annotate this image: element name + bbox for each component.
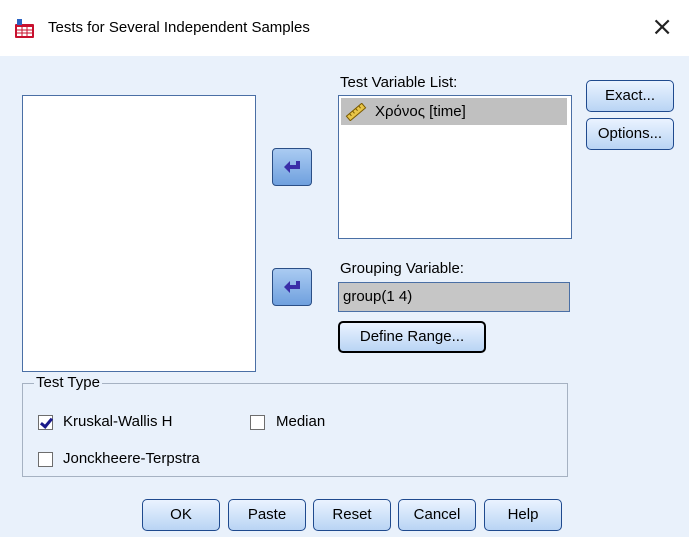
close-icon[interactable]: × — [651, 12, 673, 42]
test-variable-list[interactable]: Χρόνος [time] — [338, 95, 572, 239]
paste-button[interactable]: Paste — [228, 499, 306, 531]
kruskal-wallis-label[interactable]: Kruskal-Wallis H — [63, 413, 172, 430]
title-bar: Tests for Several Independent Samples × — [0, 0, 689, 56]
window-title: Tests for Several Independent Samples — [48, 19, 310, 36]
help-button[interactable]: Help — [484, 499, 562, 531]
ok-button[interactable]: OK — [142, 499, 220, 531]
source-variable-list[interactable] — [22, 95, 256, 372]
grouping-variable-field[interactable]: group(1 4) — [338, 282, 570, 312]
move-to-test-list-button[interactable] — [272, 148, 312, 186]
kruskal-wallis-checkbox[interactable] — [38, 415, 53, 430]
cancel-button[interactable]: Cancel — [398, 499, 476, 531]
jonckheere-terpstra-label[interactable]: Jonckheere-Terpstra — [63, 450, 200, 467]
median-label[interactable]: Median — [276, 413, 325, 430]
test-variable-list-label: Test Variable List: — [340, 74, 458, 91]
arrow-right-icon — [284, 281, 300, 293]
define-range-button[interactable]: Define Range... — [338, 321, 486, 353]
ruler-icon — [345, 102, 367, 121]
jonckheere-terpstra-checkbox[interactable] — [38, 452, 53, 467]
reset-button[interactable]: Reset — [313, 499, 391, 531]
list-item-label: Χρόνος [time] — [375, 103, 466, 120]
options-button[interactable]: Options... — [586, 118, 674, 150]
test-type-legend: Test Type — [34, 374, 102, 391]
spss-table-icon — [14, 19, 36, 39]
arrow-right-icon — [284, 161, 300, 173]
median-checkbox[interactable] — [250, 415, 265, 430]
exact-button[interactable]: Exact... — [586, 80, 674, 112]
list-item[interactable]: Χρόνος [time] — [341, 98, 567, 125]
move-to-grouping-button[interactable] — [272, 268, 312, 306]
grouping-variable-label: Grouping Variable: — [340, 260, 464, 277]
